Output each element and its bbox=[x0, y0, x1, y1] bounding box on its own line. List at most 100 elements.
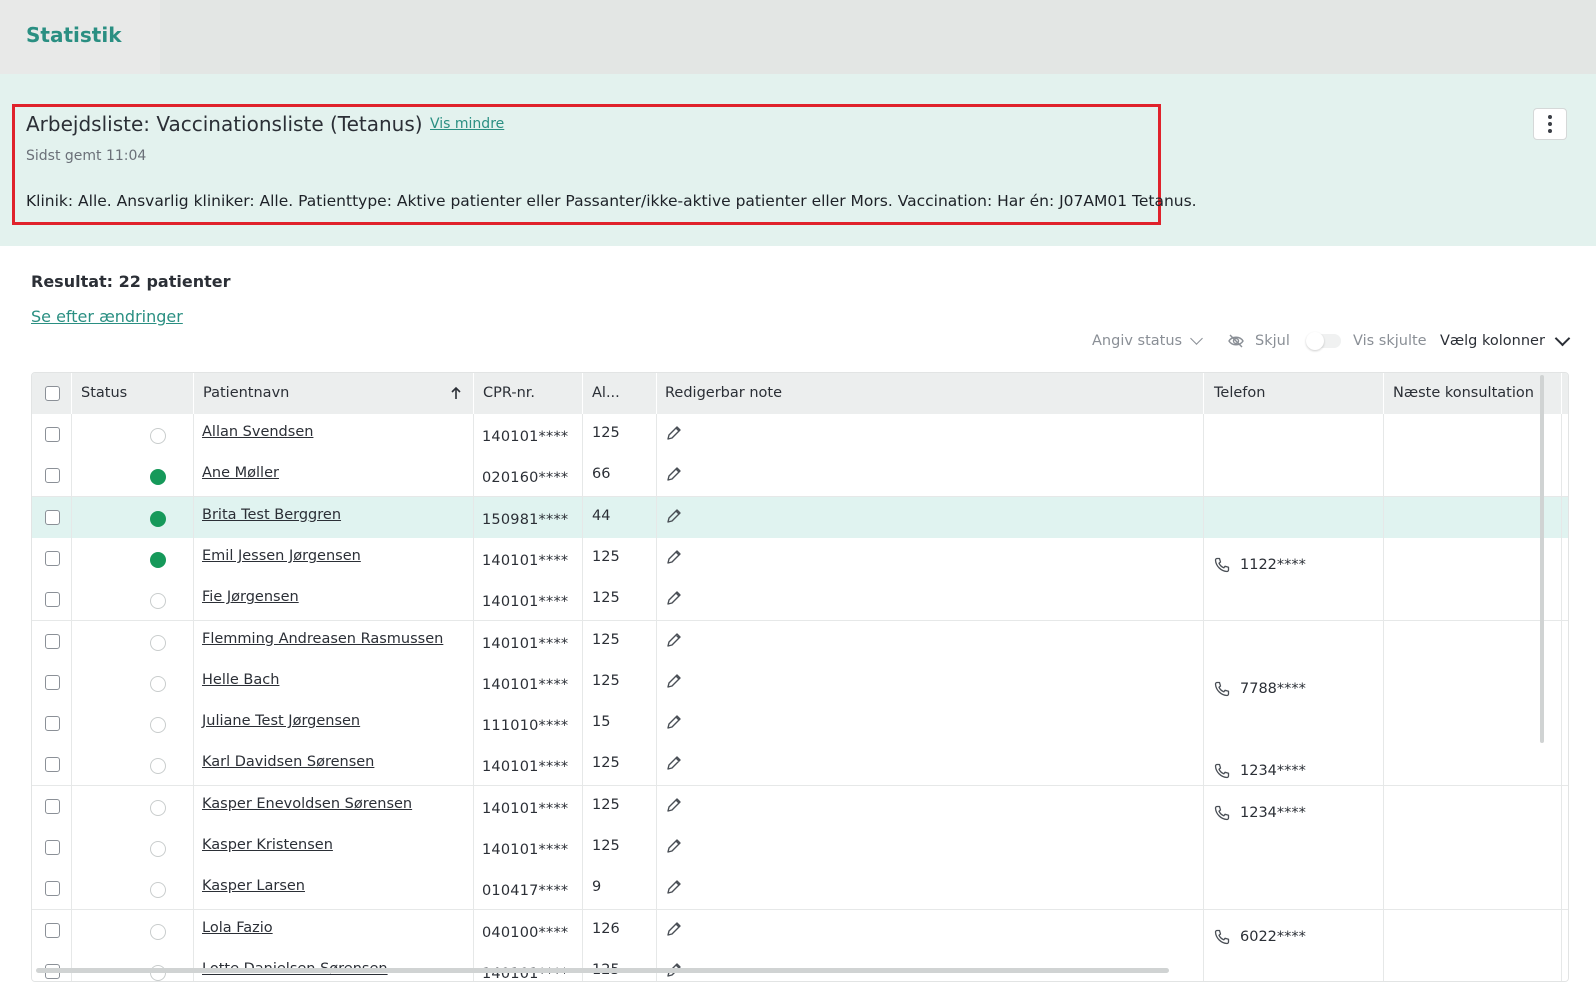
table-row[interactable]: Lola Fazio 040100**** 126 6022**** La bbox=[32, 909, 1568, 952]
table-row[interactable]: Flemming Andreasen Rasmussen 140101**** 12… bbox=[32, 620, 1568, 663]
phone-number[interactable]: 7788**** bbox=[1214, 681, 1306, 697]
patient-name-link[interactable]: Helle Bach bbox=[202, 672, 279, 688]
select-all-checkbox[interactable] bbox=[45, 386, 60, 401]
show-hidden-toggle[interactable]: Vis skjulte bbox=[1306, 332, 1427, 350]
phone-number[interactable]: 1122**** bbox=[1214, 557, 1306, 573]
phone-number[interactable]: 1234**** bbox=[1214, 763, 1306, 779]
table-row[interactable]: Kasper Larsen 010417**** 9 La bbox=[32, 868, 1568, 911]
status-indicator[interactable] bbox=[150, 510, 166, 527]
status-cell[interactable] bbox=[72, 950, 194, 981]
row-checkbox[interactable] bbox=[45, 716, 60, 732]
sort-ascending-icon[interactable] bbox=[450, 386, 462, 400]
status-cell[interactable] bbox=[72, 414, 194, 456]
row-checkbox[interactable] bbox=[45, 592, 60, 608]
note-cell[interactable] bbox=[657, 537, 1204, 580]
phone-number[interactable]: 1234**** bbox=[1214, 805, 1306, 821]
patient-name-link[interactable]: Ane Møller bbox=[202, 465, 279, 481]
header-next-consultation[interactable]: Næste konsultation bbox=[1384, 373, 1562, 414]
row-checkbox[interactable] bbox=[45, 881, 60, 897]
status-indicator[interactable] bbox=[150, 758, 166, 775]
status-indicator[interactable] bbox=[150, 593, 166, 610]
status-indicator[interactable] bbox=[150, 469, 166, 486]
row-checkbox[interactable] bbox=[45, 509, 60, 525]
pencil-icon[interactable] bbox=[665, 507, 683, 525]
note-cell[interactable] bbox=[657, 827, 1204, 869]
status-indicator[interactable] bbox=[150, 841, 166, 857]
note-cell[interactable] bbox=[657, 950, 1204, 981]
status-indicator[interactable] bbox=[150, 717, 166, 734]
header-clinic[interactable]: Kl bbox=[1562, 373, 1568, 414]
status-cell[interactable] bbox=[72, 909, 194, 952]
note-cell[interactable] bbox=[657, 744, 1204, 787]
vertical-scrollbar[interactable] bbox=[1540, 375, 1544, 743]
header-patient-name[interactable]: Patientnavn bbox=[194, 373, 474, 414]
toggle-switch[interactable] bbox=[1306, 332, 1341, 350]
hide-button[interactable]: Skjul bbox=[1227, 333, 1290, 349]
patient-name-link[interactable]: Flemming Andreasen Rasmussen bbox=[202, 631, 443, 647]
patient-name-link[interactable]: Kasper Enevoldsen Sørensen bbox=[202, 796, 412, 812]
pencil-icon[interactable] bbox=[665, 920, 683, 938]
phone-number[interactable]: 6022**** bbox=[1214, 929, 1306, 945]
status-cell[interactable] bbox=[72, 827, 194, 869]
table-row[interactable]: Kasper Kristensen 140101**** 125 La bbox=[32, 827, 1568, 869]
note-cell[interactable] bbox=[657, 496, 1204, 539]
status-cell[interactable] bbox=[72, 785, 194, 828]
header-age[interactable]: Al... bbox=[583, 373, 657, 414]
patient-name-link[interactable]: Fie Jørgensen bbox=[202, 589, 299, 605]
note-cell[interactable] bbox=[657, 620, 1204, 663]
status-indicator[interactable] bbox=[150, 634, 166, 651]
note-cell[interactable] bbox=[657, 661, 1204, 704]
pencil-icon[interactable] bbox=[665, 878, 683, 896]
pencil-icon[interactable] bbox=[665, 713, 683, 731]
row-checkbox[interactable] bbox=[45, 674, 60, 690]
table-row[interactable]: Allan Svendsen 140101**** 125 La bbox=[32, 414, 1568, 456]
table-row[interactable]: Brita Test Berggren 150981**** 44 bbox=[32, 496, 1568, 539]
status-indicator[interactable] bbox=[150, 428, 166, 444]
pencil-icon[interactable] bbox=[665, 754, 683, 772]
pencil-icon[interactable] bbox=[665, 465, 683, 483]
vis-mindre-link[interactable]: Vis mindre bbox=[430, 116, 504, 132]
row-checkbox[interactable] bbox=[45, 840, 60, 855]
note-cell[interactable] bbox=[657, 579, 1204, 622]
note-cell[interactable] bbox=[657, 414, 1204, 456]
note-cell[interactable] bbox=[657, 909, 1204, 952]
row-checkbox[interactable] bbox=[45, 757, 60, 773]
header-phone[interactable]: Telefon bbox=[1204, 373, 1384, 414]
row-checkbox[interactable] bbox=[45, 468, 60, 484]
horizontal-scrollbar[interactable] bbox=[36, 968, 1169, 973]
status-indicator[interactable] bbox=[150, 882, 166, 899]
table-row[interactable]: Karl Davidsen Sørensen 140101**** 125 1234*… bbox=[32, 744, 1568, 787]
pencil-icon[interactable] bbox=[665, 631, 683, 649]
patient-name-link[interactable]: Kasper Kristensen bbox=[202, 837, 333, 853]
header-editable-note[interactable]: Redigerbar note bbox=[657, 373, 1204, 414]
pencil-icon[interactable] bbox=[665, 837, 683, 855]
see-changes-link[interactable]: Se efter ændringer bbox=[31, 307, 183, 326]
pencil-icon[interactable] bbox=[665, 424, 683, 442]
row-checkbox[interactable] bbox=[45, 798, 60, 814]
patient-name-link[interactable]: Lola Fazio bbox=[202, 920, 273, 936]
pencil-icon[interactable] bbox=[665, 589, 683, 607]
pencil-icon[interactable] bbox=[665, 796, 683, 814]
set-status-dropdown[interactable]: Angiv status bbox=[1092, 331, 1203, 349]
status-cell[interactable] bbox=[72, 537, 194, 580]
status-indicator[interactable] bbox=[150, 923, 166, 940]
note-cell[interactable] bbox=[657, 785, 1204, 828]
table-row[interactable]: Ane Møller 020160**** 66 La bbox=[32, 455, 1568, 498]
patient-name-link[interactable]: Brita Test Berggren bbox=[202, 507, 341, 523]
row-checkbox[interactable] bbox=[45, 550, 60, 566]
status-cell[interactable] bbox=[72, 744, 194, 787]
note-cell[interactable] bbox=[657, 455, 1204, 498]
row-checkbox[interactable] bbox=[45, 922, 60, 938]
pencil-icon[interactable] bbox=[665, 672, 683, 690]
status-cell[interactable] bbox=[72, 620, 194, 663]
pencil-icon[interactable] bbox=[665, 548, 683, 566]
status-cell[interactable] bbox=[72, 661, 194, 704]
status-cell[interactable] bbox=[72, 455, 194, 498]
table-row[interactable]: Emil Jessen Jørgensen 140101**** 125 1122**… bbox=[32, 537, 1568, 580]
status-indicator[interactable] bbox=[150, 551, 166, 568]
status-cell[interactable] bbox=[72, 703, 194, 746]
note-cell[interactable] bbox=[657, 703, 1204, 746]
header-cpr[interactable]: CPR-nr. bbox=[474, 373, 583, 414]
section-title[interactable]: Statistik bbox=[26, 23, 122, 47]
patient-name-link[interactable]: Kasper Larsen bbox=[202, 878, 305, 894]
